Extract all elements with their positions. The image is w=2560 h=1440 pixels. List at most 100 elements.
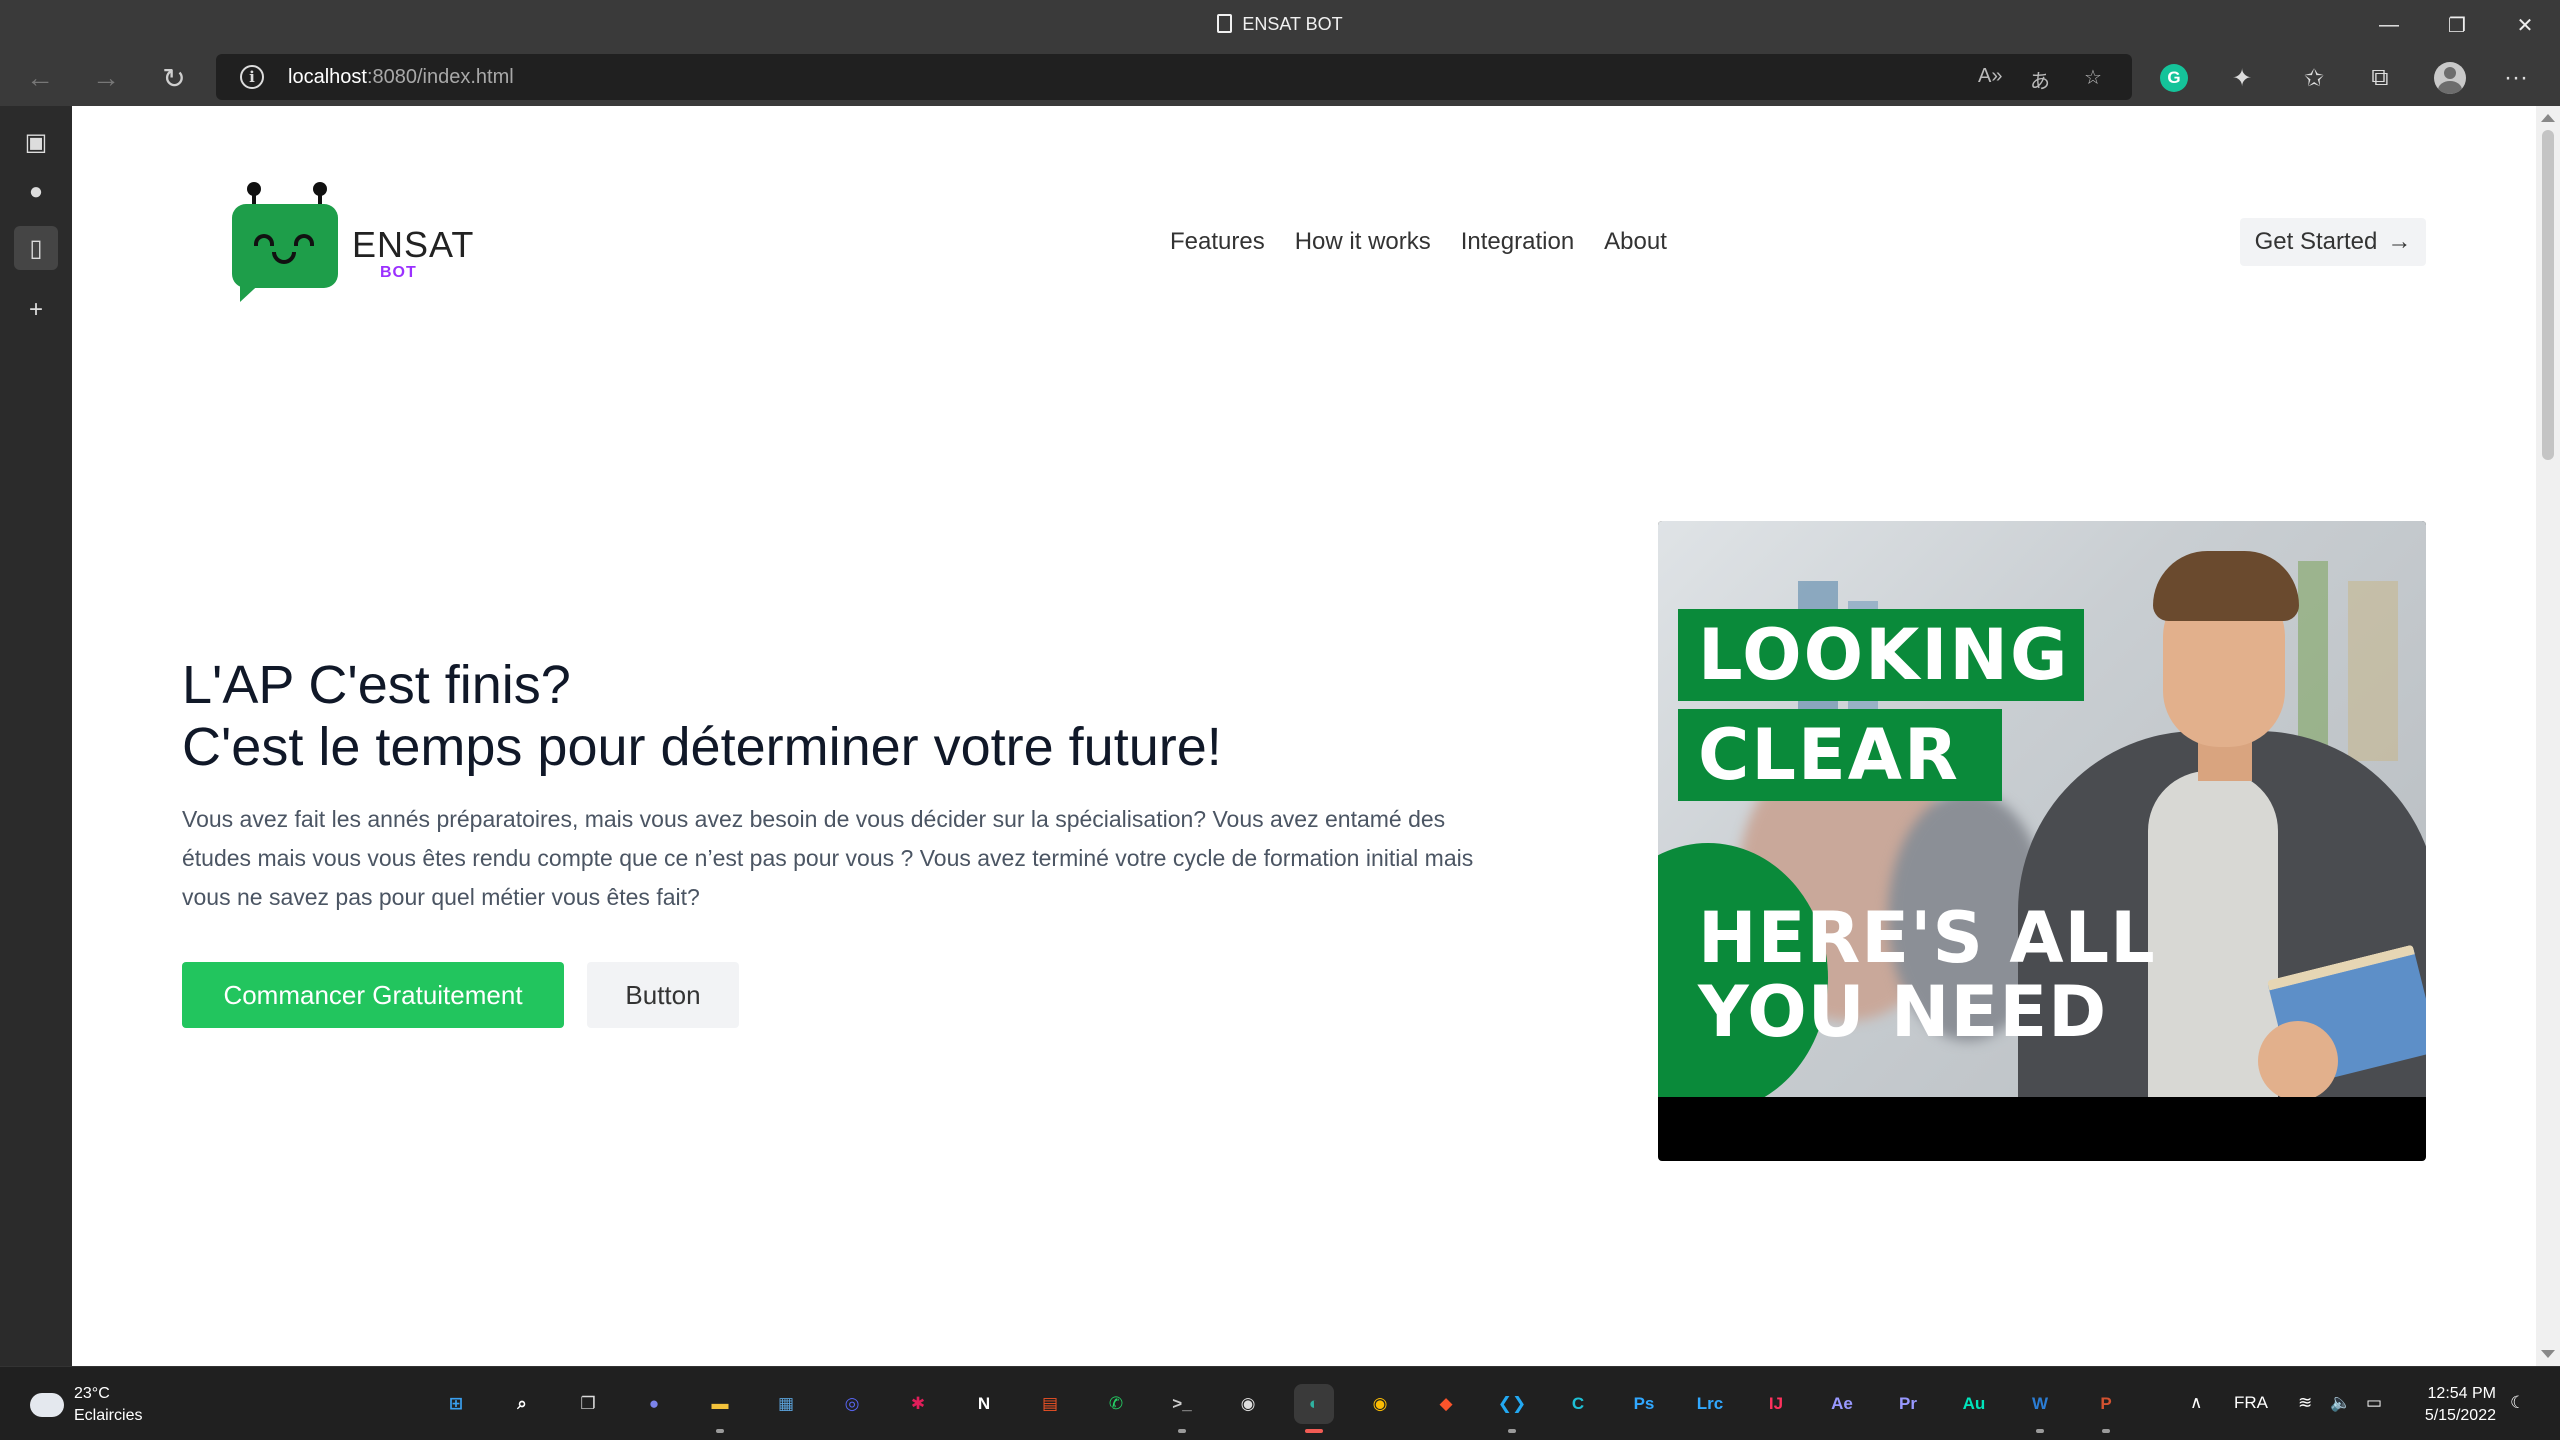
taskbar-app-vscode-icon[interactable]: ❮❯ [1492,1384,1532,1424]
new-tab-icon[interactable]: + [14,288,58,332]
tray-overflow-icon[interactable]: ∧ [2190,1393,2202,1413]
taskbar-app-canva-icon[interactable]: C [1558,1384,1598,1424]
running-indicator [1178,1429,1186,1433]
taskbar-app-premiere-icon[interactable]: Pr [1888,1384,1928,1424]
taskbar-app-chrome-icon[interactable]: ◉ [1360,1384,1400,1424]
system-clock[interactable]: 12:54 PM 5/15/2022 [2406,1383,2496,1427]
taskbar-app-task-view-icon[interactable]: ❐ [568,1384,608,1424]
taskbar-app-obs-icon[interactable]: ◉ [1228,1384,1268,1424]
clock-date: 5/15/2022 [2424,1407,2496,1424]
hero-title: L'AP C'est finis? C'est le temps pour dé… [182,654,1222,778]
site-info-icon[interactable]: i [240,65,264,89]
nav-link-integration[interactable]: Integration [1461,228,1574,256]
close-button[interactable]: ✕ [2490,0,2560,50]
browser-toolbar: ← → ↻ i localhost:8080/index.html A» あ ☆… [0,50,2560,106]
back-button[interactable]: ← [18,58,62,98]
profile-button[interactable] [2430,58,2470,98]
address-bar[interactable]: i localhost:8080/index.html A» あ ☆ [216,54,2132,100]
github-tab-icon[interactable]: ● [14,170,58,214]
weather-description: Eclaircies [74,1407,143,1424]
logo-wordmark: ENSAT [352,224,475,265]
logo-bubble [232,204,338,288]
forward-button[interactable]: → [84,58,128,98]
banner-clear: CLEAR [1678,709,2002,801]
scroll-up-icon[interactable] [2541,114,2555,122]
hero-description: Vous avez fait les annés préparatoires, … [182,806,1474,910]
running-indicator [1305,1429,1323,1433]
taskbar-app-teams-icon[interactable]: ● [634,1384,674,1424]
current-page-tab-icon[interactable]: ▯ [14,226,58,270]
taskbar-app-powerpoint-icon[interactable]: P [2086,1384,2126,1424]
start-free-button[interactable]: Commancer Gratuitement [182,962,564,1028]
add-favorite-icon[interactable]: ☆ [2084,65,2102,90]
collections-button[interactable]: ⧉ [2360,58,2400,98]
address-url[interactable]: localhost:8080/index.html [288,66,514,89]
scroll-thumb[interactable] [2542,130,2554,460]
page-doc-icon [1217,14,1233,33]
grammarly-icon: G [2160,64,2188,92]
browser-sidebar: ▣ ● ▯ + [0,106,72,1366]
get-started-button[interactable]: Get Started → [2240,218,2426,266]
translate-icon[interactable]: あ [2030,65,2050,94]
battery-icon[interactable]: ▭ [2366,1393,2382,1413]
avatar-icon [2434,62,2466,94]
notifications-icon[interactable]: ☾ [2510,1393,2525,1413]
student-shirt [2148,771,2278,1097]
refresh-button[interactable]: ↻ [152,58,196,98]
more-options-button[interactable]: ··· [2496,58,2536,98]
wifi-icon[interactable]: ≋ [2298,1393,2312,1413]
taskbar-app-brave-icon[interactable]: ◆ [1426,1384,1466,1424]
minimize-button[interactable]: — [2354,0,2424,50]
nav-link-how-it-works[interactable]: How it works [1295,228,1431,256]
site-logo[interactable]: ENSAT BOT [232,182,482,312]
secondary-button[interactable]: Button [587,962,739,1028]
taskbar-app-discord-icon[interactable]: ◎ [832,1384,872,1424]
nav-link-about[interactable]: About [1604,228,1667,256]
taskbar-app-file-explorer-icon[interactable]: ▬ [700,1384,740,1424]
taskbar-app-start-icon[interactable]: ⊞ [436,1384,476,1424]
taskbar-app-edge-icon[interactable]: ◐ [1294,1384,1334,1424]
restore-button[interactable]: ❐ [2422,0,2492,50]
taskbar-app-jetbrains-icon[interactable]: IJ [1756,1384,1796,1424]
running-indicator [1508,1429,1516,1433]
taskbar-app-search-icon[interactable]: ⌕ [502,1384,542,1424]
scroll-down-icon[interactable] [2541,1350,2555,1358]
logo-subtitle: BOT [380,264,417,281]
page-scrollbar[interactable] [2536,106,2560,1366]
tab-actions-icon[interactable]: ▣ [14,120,58,164]
weather-cloud-icon [26,1385,64,1417]
logo-bubble-tail [240,278,266,302]
get-started-label: Get Started [2254,228,2378,255]
taskbar-app-audition-icon[interactable]: Au [1954,1384,1994,1424]
windows-taskbar: 23°C Eclaircies ⊞ ⌕ ❐ ● ▬ ▦ ◎ ✱ N ▤ ✆ >_ ◉ ◐ ◉ ◆ ❮❯ C Ps Lr… [0,1366,2560,1440]
taskbar-app-store-icon[interactable]: ▤ [1030,1384,1070,1424]
taskbar-app-photos-icon[interactable]: ▦ [766,1384,806,1424]
banner-looking: LOOKING [1678,609,2084,701]
student-hair [2153,551,2299,621]
language-indicator[interactable]: FRA [2234,1393,2268,1413]
running-indicator [2102,1429,2110,1433]
clock-time: 12:54 PM [2427,1385,2496,1402]
read-aloud-icon[interactable]: A» [1978,65,2002,88]
extensions-button[interactable]: ✦ [2222,58,2262,98]
image-caption: HERE'S ALL YOU NEED [1698,901,2156,1049]
url-host: localhost [288,66,367,88]
page-viewport: ENSAT BOT Features How it works Integrat… [72,106,2536,1366]
grammarly-extension-button[interactable]: G [2154,58,2194,98]
nav-link-features[interactable]: Features [1170,228,1265,256]
taskbar-app-word-icon[interactable]: W [2020,1384,2060,1424]
taskbar-app-photoshop-icon[interactable]: Ps [1624,1384,1664,1424]
arrow-right-icon: → [2387,228,2412,255]
weather-widget[interactable]: 23°C Eclaircies [26,1383,143,1427]
taskbar-app-notion-icon[interactable]: N [964,1384,1004,1424]
taskbar-app-whatsapp-icon[interactable]: ✆ [1096,1384,1136,1424]
taskbar-app-after-effects-icon[interactable]: Ae [1822,1384,1862,1424]
taskbar-app-lightroom-icon[interactable]: Lrc [1690,1384,1730,1424]
taskbar-app-slack-icon[interactable]: ✱ [898,1384,938,1424]
student-photo: LOOKING CLEAR HERE'S ALL YOU NEED [1658,521,2426,1097]
taskbar-app-terminal-icon[interactable]: >_ [1162,1384,1202,1424]
favorites-button[interactable]: ✩ [2294,58,2334,98]
window-title-text: ENSAT BOT [1242,14,1343,34]
running-indicator [2036,1429,2044,1433]
volume-icon[interactable]: 🔈 [2330,1393,2351,1413]
